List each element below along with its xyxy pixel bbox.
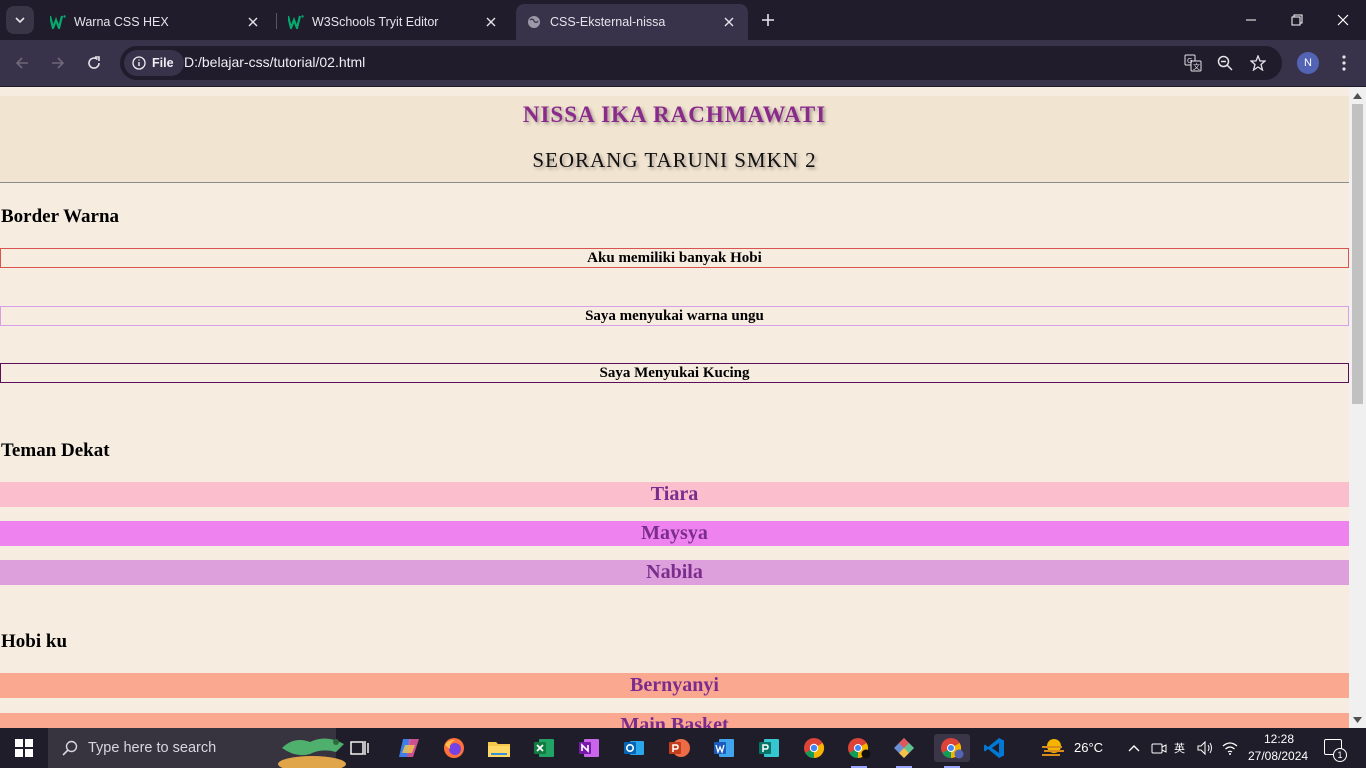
border-box-red: Aku memiliki banyak Hobi [0,248,1349,268]
page-viewport: NISSA IKA RACHMAWATI SEORANG TARUNI SMKN… [0,87,1366,728]
scroll-up-arrow-icon[interactable] [1353,91,1362,100]
w3schools-icon [50,14,66,30]
section-title-teman-dekat: Teman Dekat [1,440,110,461]
start-button[interactable] [0,728,48,768]
chrome-active-icon[interactable] [934,734,970,768]
reload-button[interactable] [80,49,108,77]
scheme-label: File [152,56,174,70]
chrome-profile-icon[interactable] [844,734,874,768]
onenote-icon[interactable] [574,734,604,762]
windows-taskbar: Type here to search 26°C 英 12:28 27/08/2… [0,728,1366,768]
search-icon [62,740,78,756]
translate-button[interactable]: G文 [1181,51,1205,75]
vscode-icon[interactable] [979,734,1009,762]
chrome-icon[interactable] [799,734,829,762]
page-header: NISSA IKA RACHMAWATI SEORANG TARUNI SMKN… [0,96,1349,183]
chevron-up-icon[interactable] [1122,734,1146,762]
outlook-icon[interactable] [619,734,649,762]
new-tab-button[interactable] [756,8,780,32]
browser-menu-button[interactable] [1334,51,1354,75]
restore-icon [1291,14,1303,26]
excel-icon[interactable] [529,734,559,762]
bookmark-button[interactable] [1246,51,1270,75]
meet-now-icon[interactable] [1148,734,1170,762]
word-icon[interactable] [709,734,739,762]
close-window-button[interactable] [1320,0,1366,40]
hobby-item: Bernyanyi [0,673,1349,698]
back-button[interactable] [8,49,36,77]
browser-toolbar: File D:/belajar-css/tutorial/02.html G文 … [0,40,1366,86]
more-vertical-icon [1342,55,1346,71]
zoom-button[interactable] [1213,51,1237,75]
scroll-down-arrow-icon[interactable] [1353,715,1362,724]
language-ime-icon[interactable]: 英 [1171,734,1193,762]
svg-text:G: G [1187,57,1192,65]
tab-w3schools-tryit-editor[interactable]: W3Schools Tryit Editor [278,4,510,40]
site-info-chip[interactable]: File [124,50,184,76]
info-icon [132,56,146,70]
section-title-border-warna: Border Warna [1,206,120,227]
windows-logo-icon [15,739,33,757]
chevron-down-icon [15,17,25,24]
header-subtitle: SEORANG TARUNI SMKN 2 [532,148,817,172]
translate-icon: G文 [1184,54,1202,72]
border-box-violet: Saya menyukai warna ungu [0,306,1349,326]
notification-count: 1 [1333,748,1347,762]
close-tab-icon[interactable] [482,13,500,31]
publisher-icon[interactable] [754,734,784,762]
friend-item: Maysya [0,521,1349,546]
file-explorer-icon[interactable] [484,734,514,762]
friend-item: Tiara [0,482,1349,507]
globe-icon [526,14,542,30]
svg-text:英: 英 [1174,741,1185,755]
arrow-right-icon [52,57,65,69]
tab-warna-css-hex[interactable]: Warna CSS HEX [40,4,272,40]
header-title: NISSA IKA RACHMAWATI [522,102,827,127]
minimize-icon [1246,19,1256,21]
tab-strip: Warna CSS HEX W3Schools Tryit Editor CSS… [0,0,1366,40]
url-text[interactable]: D:/belajar-css/tutorial/02.html [184,54,365,70]
border-box-dark-purple: Saya Menyukai Kucing [0,363,1349,383]
star-icon [1250,55,1266,71]
minimize-button[interactable] [1228,0,1274,40]
restore-button[interactable] [1274,0,1320,40]
search-placeholder: Type here to search [88,740,217,756]
tab-title: W3Schools Tryit Editor [312,15,439,29]
section-title-hobi-ku: Hobi ku [1,631,68,652]
close-tab-icon[interactable] [244,13,262,31]
powerpoint-icon[interactable] [664,734,694,762]
tab-search-button[interactable] [6,6,34,34]
arrow-left-icon [15,57,28,69]
close-icon [1337,14,1349,26]
reload-icon [88,56,100,69]
clock-date[interactable]: 27/08/2024 [1248,749,1308,763]
close-tab-icon[interactable] [720,13,738,31]
profile-avatar[interactable]: N [1297,52,1319,74]
search-highlight-illustration-icon [278,738,346,768]
firefox-icon[interactable] [439,734,469,762]
plus-icon [762,14,774,26]
task-view-icon[interactable] [345,734,375,762]
vertical-scrollbar[interactable] [1349,87,1366,728]
taskbar-search-box[interactable]: Type here to search [48,728,346,768]
tab-divider [276,13,277,29]
tab-title: CSS-Eksternal-nissa [550,15,666,29]
tab-title: Warna CSS HEX [74,15,169,29]
tab-css-eksternal-nissa[interactable]: CSS-Eksternal-nissa [516,4,748,40]
hobby-item: Main Basket [0,713,1349,728]
clock-time[interactable]: 12:28 [1264,732,1294,746]
svg-text:文: 文 [1193,62,1200,71]
w3schools-icon [288,14,304,30]
friend-item: Nabila [0,560,1349,585]
copilot-icon[interactable] [394,734,424,762]
scroll-thumb[interactable] [1352,104,1363,404]
address-bar[interactable]: File D:/belajar-css/tutorial/02.html G文 [120,46,1282,80]
weather-temperature[interactable]: 26°C [1074,740,1103,755]
volume-icon[interactable] [1195,734,1217,762]
forward-button[interactable] [44,49,72,77]
wifi-icon[interactable] [1219,734,1241,762]
weather-icon[interactable] [1038,734,1068,762]
zoom-out-icon [1217,55,1233,71]
git-icon[interactable] [889,734,919,768]
